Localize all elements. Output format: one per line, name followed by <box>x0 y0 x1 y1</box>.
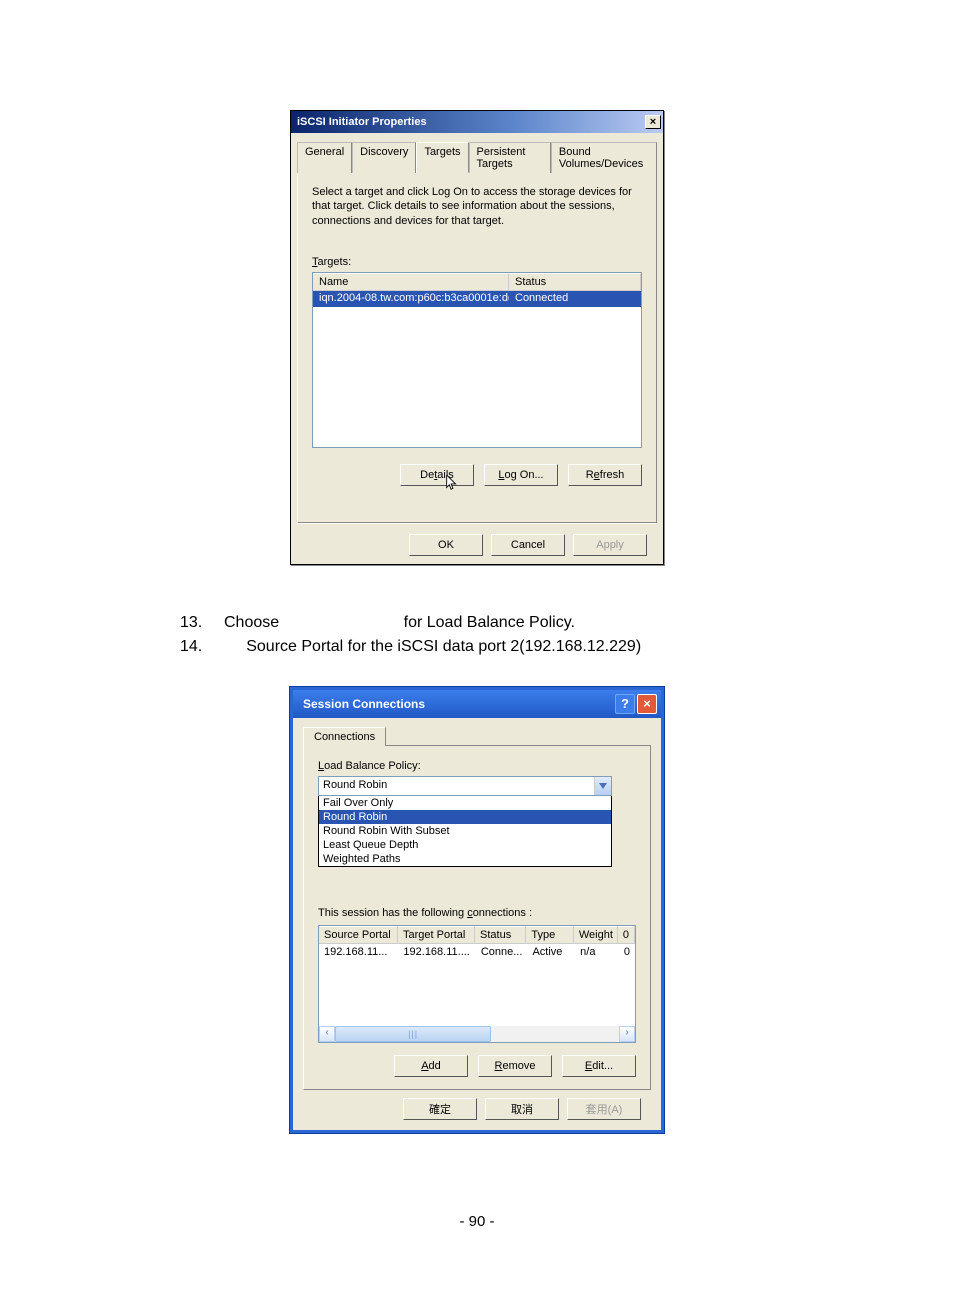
column-type[interactable]: Type <box>526 926 573 944</box>
load-balance-policy-combo[interactable]: Round Robin <box>318 776 612 796</box>
help-button[interactable]: ? <box>615 694 635 714</box>
button-row: Details Log On... Refresh <box>312 464 642 486</box>
add-button[interactable]: Add <box>394 1055 468 1077</box>
cell-source-portal: 192.168.11... <box>319 944 398 960</box>
apply-button: 套用(A) <box>567 1098 641 1120</box>
target-row[interactable]: iqn.2004-08.tw.com:p60c:b3ca0001e:def...… <box>313 291 641 307</box>
step-13-text: Choose for Load Balance Policy. <box>224 611 575 635</box>
column-status[interactable]: Status <box>475 926 526 944</box>
iscsi-initiator-dialog: iSCSI Initiator Properties × General Dis… <box>290 110 664 565</box>
column-name[interactable]: Name <box>313 273 509 291</box>
column-extra[interactable]: 0 <box>618 926 635 944</box>
title-bar: Session Connections ? × <box>293 690 661 718</box>
step-14-text: Source Portal for the iSCSI data port 2(… <box>246 635 641 659</box>
tab-bound-volumes[interactable]: Bound Volumes/Devices <box>551 142 657 173</box>
apply-button: Apply <box>573 534 647 556</box>
tab-connections[interactable]: Connections <box>303 727 386 746</box>
ok-button[interactable]: OK <box>409 534 483 556</box>
tab-bar: General Discovery Targets Persistent Tar… <box>297 141 657 173</box>
tab-general[interactable]: General <box>297 142 352 173</box>
dialog-footer: 確定 取消 套用(A) <box>303 1090 651 1120</box>
remove-button[interactable]: Remove <box>478 1055 552 1077</box>
column-weight[interactable]: Weight <box>574 926 618 944</box>
scroll-left-icon[interactable]: ‹ <box>319 1026 335 1042</box>
ok-button[interactable]: 確定 <box>403 1098 477 1120</box>
dialog-footer: OK Cancel Apply <box>297 523 657 556</box>
scroll-track[interactable]: ||| <box>335 1026 619 1042</box>
targets-label: Targets: <box>312 256 642 268</box>
column-status[interactable]: Status <box>509 273 641 291</box>
refresh-button[interactable]: Refresh <box>568 464 642 486</box>
document-steps: 13. Choose for Load Balance Policy. 14. … <box>180 611 954 659</box>
cancel-button[interactable]: Cancel <box>491 534 565 556</box>
logon-button[interactable]: Log On... <box>484 464 558 486</box>
cell-status: Conne... <box>476 944 528 960</box>
chevron-down-icon[interactable] <box>594 777 611 795</box>
step-14-number: 14. <box>180 635 224 659</box>
tab-persistent-targets[interactable]: Persistent Targets <box>469 142 551 173</box>
cell-target-portal: 192.168.11.... <box>398 944 475 960</box>
close-button[interactable]: × <box>645 115 661 129</box>
title-bar: iSCSI Initiator Properties × <box>291 111 663 133</box>
cell-extra: 0 <box>619 944 635 960</box>
connection-row[interactable]: 192.168.11... 192.168.11.... Conne... Ac… <box>319 944 635 960</box>
horizontal-scrollbar[interactable]: ‹ ||| › <box>319 1026 635 1042</box>
option-least-queue-depth[interactable]: Least Queue Depth <box>319 838 611 852</box>
option-round-robin[interactable]: Round Robin <box>319 810 611 824</box>
step-13-number: 13. <box>180 611 224 635</box>
option-fail-over-only[interactable]: Fail Over Only <box>319 796 611 810</box>
connections-table[interactable]: Source Portal Target Portal Status Type … <box>318 925 636 1043</box>
cell-weight: n/a <box>575 944 619 960</box>
cell-type: Active <box>527 944 575 960</box>
edit-button[interactable]: Edit... <box>562 1055 636 1077</box>
combo-value: Round Robin <box>319 777 594 795</box>
column-target-portal[interactable]: Target Portal <box>398 926 475 944</box>
connection-button-row: Add Remove Edit... <box>318 1055 636 1077</box>
session-connections-label: This session has the following connectio… <box>318 907 636 919</box>
tab-content: Load Balance Policy: Round Robin Fail Ov… <box>303 745 651 1090</box>
dialog-title: Session Connections <box>303 697 425 711</box>
target-status-cell: Connected <box>509 291 641 307</box>
close-button[interactable]: × <box>637 694 657 714</box>
cancel-button[interactable]: 取消 <box>485 1098 559 1120</box>
load-balance-policy-label: Load Balance Policy: <box>318 760 636 772</box>
target-name-cell: iqn.2004-08.tw.com:p60c:b3ca0001e:def... <box>313 291 509 307</box>
tab-content: Select a target and click Log On to acce… <box>297 173 657 523</box>
option-round-robin-with-subset[interactable]: Round Robin With Subset <box>319 824 611 838</box>
dialog-title: iSCSI Initiator Properties <box>297 116 427 128</box>
tab-targets[interactable]: Targets <box>416 142 468 173</box>
scroll-right-icon[interactable]: › <box>619 1026 635 1042</box>
help-text: Select a target and click Log On to acce… <box>312 185 642 228</box>
load-balance-policy-dropdown[interactable]: Fail Over Only Round Robin Round Robin W… <box>318 796 612 867</box>
targets-listview[interactable]: Name Status iqn.2004-08.tw.com:p60c:b3ca… <box>312 272 642 448</box>
column-source-portal[interactable]: Source Portal <box>319 926 398 944</box>
session-connections-dialog: Session Connections ? × Connections Load… <box>290 687 664 1133</box>
scroll-thumb[interactable]: ||| <box>335 1026 491 1042</box>
tab-discovery[interactable]: Discovery <box>352 142 416 173</box>
option-weighted-paths[interactable]: Weighted Paths <box>319 852 611 866</box>
details-button[interactable]: Details <box>400 464 474 486</box>
page-number: - 90 - <box>0 1213 954 1230</box>
